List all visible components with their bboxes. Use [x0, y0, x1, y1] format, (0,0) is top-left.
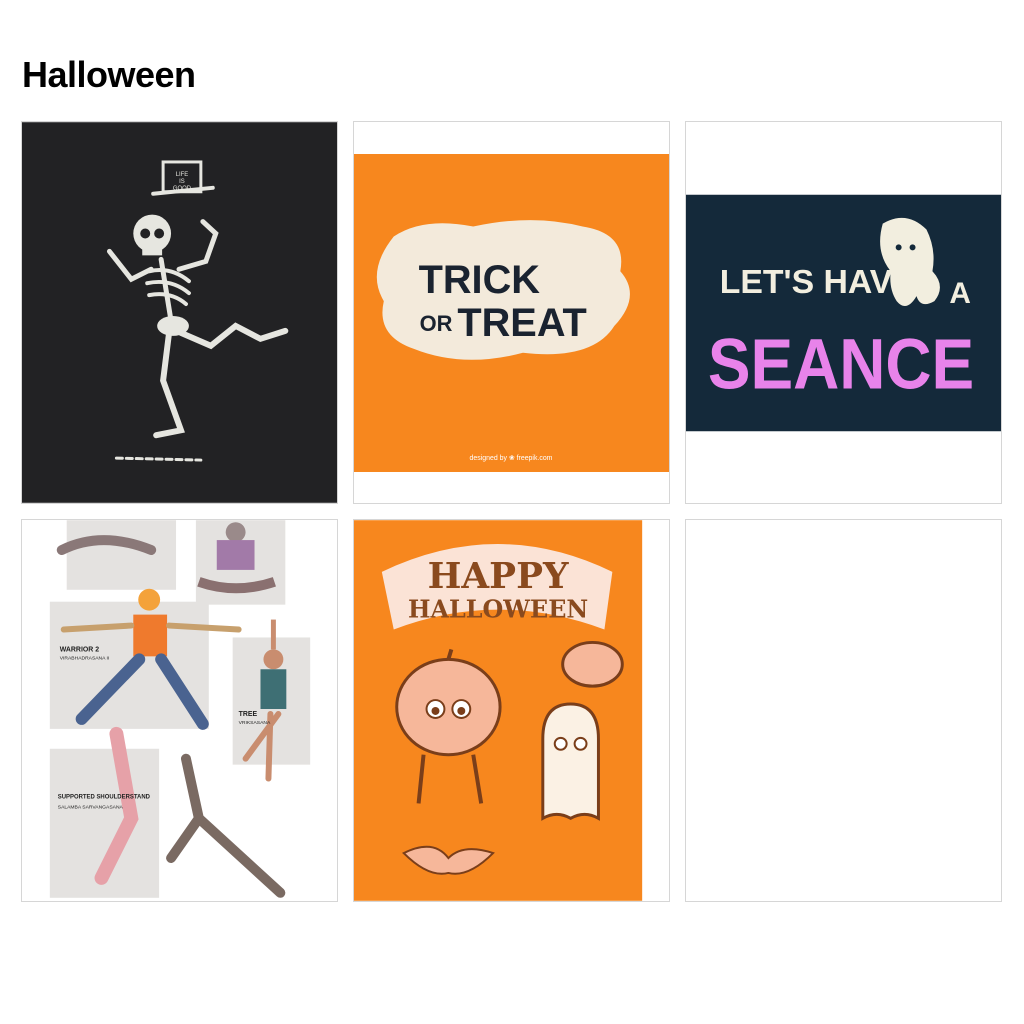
gallery-tile-happy-halloween[interactable]: HAPPY HALLOWEEN [353, 519, 670, 902]
skeleton-artwork: LIFE IS GOOD [22, 122, 337, 503]
gallery-tile-empty[interactable] [685, 519, 1002, 902]
treat-text: TREAT [457, 301, 587, 345]
happy-halloween-artwork: HAPPY HALLOWEEN [354, 520, 669, 901]
gallery-tile-seance[interactable]: LET'S HAVE A SEANCE [685, 121, 1002, 504]
happy-text: HAPPY [428, 555, 569, 597]
hat-text-2: IS [179, 179, 185, 185]
halloween-text: HALLOWEEN [408, 596, 588, 624]
gallery-tile-skeleton[interactable]: LIFE IS GOOD [21, 121, 338, 504]
a-text: A [949, 277, 971, 310]
seance-text: SEANCE [708, 325, 974, 405]
warrior-sub: VIRABHADRASANA II [60, 655, 110, 661]
gallery-tile-zombie-yoga[interactable]: WARRIOR 2 VIRABHADRASANA II TREE VRIKSAS… [21, 519, 338, 902]
trick-text: TRICK [419, 258, 541, 302]
tree-label: TREE [239, 711, 258, 718]
tree-sub: VRIKSASANA [239, 720, 271, 726]
lets-have-text: LET'S HAVE [720, 263, 915, 301]
shoulderstand-label: SUPPORTED SHOULDERSTAND [58, 794, 151, 800]
gallery-tile-trick-or-treat[interactable]: TRICK OR TREAT designed by ❀ freepik.com [353, 121, 670, 504]
trick-or-treat-artwork: TRICK OR TREAT designed by ❀ freepik.com [354, 122, 669, 503]
seance-artwork: LET'S HAVE A SEANCE [686, 122, 1001, 503]
shoulderstand-sub: SALAMBA SARVANGASANA [58, 804, 124, 810]
zombie-yoga-artwork: WARRIOR 2 VIRABHADRASANA II TREE VRIKSAS… [22, 520, 337, 901]
warrior-label: WARRIOR 2 [60, 646, 99, 653]
freepik-credit: designed by ❀ freepik.com [470, 455, 553, 462]
or-text: OR [420, 311, 453, 336]
hat-text-3: GOOD [173, 186, 192, 192]
page-title: Halloween [22, 54, 196, 95]
hat-text-1: LIFE [176, 172, 189, 178]
